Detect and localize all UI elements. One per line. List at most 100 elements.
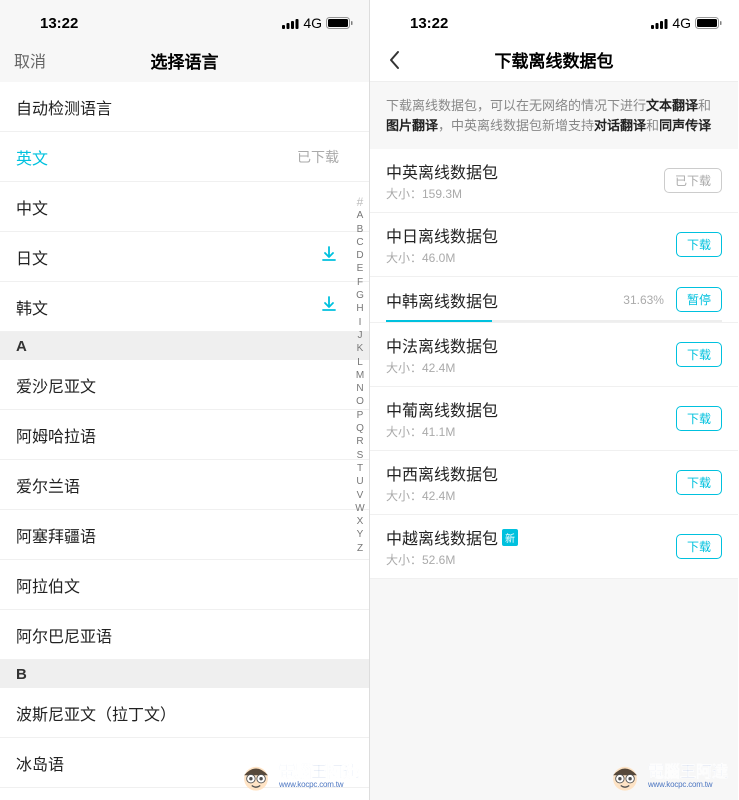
language-row[interactable]: 波斯尼亚文（拉丁文） — [0, 688, 369, 738]
pack-size: 大小：46.0M — [386, 249, 498, 266]
index-letter[interactable]: C — [353, 236, 367, 249]
pack-title: 中韩离线数据包 — [386, 288, 498, 312]
language-row[interactable]: 爱沙尼亚文 — [0, 360, 369, 410]
progress-percent: 31.63% — [623, 293, 664, 307]
index-letter[interactable]: T — [353, 462, 367, 475]
index-letter[interactable]: V — [353, 489, 367, 502]
index-letter[interactable]: P — [353, 409, 367, 422]
language-row[interactable]: 阿塞拜疆语 — [0, 510, 369, 560]
language-row[interactable]: 阿拉伯文 — [0, 560, 369, 610]
language-row[interactable]: 巴斯克语 — [0, 788, 369, 800]
language-label: 阿尔巴尼亚语 — [16, 623, 112, 647]
status-bar: 13:22 4G — [0, 0, 369, 38]
language-label: 冰岛语 — [16, 751, 64, 775]
language-row[interactable]: 阿尔巴尼亚语 — [0, 610, 369, 660]
cancel-button[interactable]: 取消 — [14, 48, 46, 72]
status-bar: 13:22 4G — [370, 0, 738, 38]
index-letter[interactable]: M — [353, 369, 367, 382]
index-letter[interactable]: A — [353, 209, 367, 222]
language-label: 日文 — [16, 245, 48, 269]
pack-size: 大小：41.1M — [386, 423, 498, 440]
battery-icon — [326, 17, 353, 29]
language-row[interactable]: 自动检测语言 — [0, 82, 369, 132]
pack-size: 大小：42.4M — [386, 359, 498, 376]
download-button[interactable]: 下载 — [676, 534, 722, 559]
language-row[interactable]: 韩文 — [0, 282, 369, 332]
language-label: 英文 — [16, 145, 48, 169]
pack-size: 大小：42.4M — [386, 487, 498, 504]
index-letter[interactable]: E — [353, 262, 367, 275]
language-row[interactable]: 英文 已下载 — [0, 132, 369, 182]
status-indicators: 4G — [651, 15, 722, 31]
status-indicators: 4G — [282, 15, 353, 31]
index-letter[interactable]: K — [353, 342, 367, 355]
language-row[interactable]: 爱尔兰语 — [0, 460, 369, 510]
index-letter[interactable]: N — [353, 382, 367, 395]
index-letter[interactable]: Y — [353, 528, 367, 541]
language-row[interactable]: 冰岛语 — [0, 738, 369, 788]
page-title: 选择语言 — [151, 48, 219, 73]
downloaded-label: 已下载 — [297, 147, 353, 167]
pack-row: 中法离线数据包大小：42.4M 下载 — [370, 323, 738, 387]
download-icon[interactable] — [319, 294, 353, 319]
language-label: 自动检测语言 — [16, 95, 112, 119]
pack-size: 大小：52.6M — [386, 551, 518, 568]
page-title: 下载离线数据包 — [495, 47, 614, 72]
alpha-index[interactable]: #ABCDEFGHIJKLMNOPQRSTUVWXYZ — [353, 196, 367, 555]
language-label: 阿拉伯文 — [16, 573, 80, 597]
index-letter[interactable]: Z — [353, 542, 367, 555]
language-row[interactable]: 阿姆哈拉语 — [0, 410, 369, 460]
pack-size: 大小：159.3M — [386, 185, 498, 202]
watermark: 電腦王阿達www.kocpc.com.tw — [608, 760, 728, 794]
index-letter[interactable]: W — [353, 502, 367, 515]
pack-row: 中英离线数据包大小：159.3M已下载 — [370, 149, 738, 213]
top-language-list: 自动检测语言英文 已下载中文日文韩文 — [0, 82, 369, 332]
index-letter[interactable]: B — [353, 223, 367, 236]
pack-row: 中葡离线数据包大小：41.1M下载 — [370, 387, 738, 451]
language-row[interactable]: 中文 — [0, 182, 369, 232]
index-letter[interactable]: S — [353, 449, 367, 462]
index-letter[interactable]: O — [353, 395, 367, 408]
pack-title: 中越离线数据包新 — [386, 525, 518, 549]
pack-title: 中法离线数据包 — [386, 333, 498, 357]
language-label: 阿塞拜疆语 — [16, 523, 96, 547]
download-button[interactable]: 下载 — [676, 406, 722, 431]
download-button[interactable]: 下载 — [676, 232, 722, 257]
pack-row: 中日离线数据包大小：46.0M下载 — [370, 213, 738, 277]
download-button[interactable]: 下载 — [676, 470, 722, 495]
section-header: B — [0, 660, 369, 688]
language-label: 爱尔兰语 — [16, 473, 80, 497]
index-letter[interactable]: I — [353, 316, 367, 329]
language-row[interactable]: 日文 — [0, 232, 369, 282]
info-banner: 下载离线数据包，可以在无网络的情况下进行文本翻译和图片翻译，中英离线数据包新增支… — [370, 82, 738, 149]
language-label: 爱沙尼亚文 — [16, 373, 96, 397]
index-letter[interactable]: H — [353, 302, 367, 315]
index-letter[interactable]: # — [353, 196, 367, 209]
back-button[interactable] — [382, 48, 406, 72]
network-label: 4G — [303, 15, 322, 31]
download-icon[interactable] — [319, 244, 353, 269]
pack-list: 中英离线数据包大小：159.3M已下载中日离线数据包大小：46.0M下载中韩离线… — [370, 149, 738, 579]
index-letter[interactable]: L — [353, 356, 367, 369]
index-letter[interactable]: G — [353, 289, 367, 302]
signal-icon — [282, 18, 299, 29]
nav-bar: 下载离线数据包 — [370, 38, 738, 82]
pack-row: 中韩离线数据包 31.63% 暂停 — [370, 277, 738, 323]
pause-button[interactable]: 暂停 — [676, 287, 722, 312]
index-letter[interactable]: U — [353, 475, 367, 488]
progress-bar — [386, 320, 722, 322]
download-button[interactable]: 下载 — [676, 342, 722, 367]
index-letter[interactable]: R — [353, 435, 367, 448]
language-label: 阿姆哈拉语 — [16, 423, 96, 447]
status-time: 13:22 — [16, 15, 78, 32]
language-label: 中文 — [16, 195, 48, 219]
index-letter[interactable]: F — [353, 276, 367, 289]
index-letter[interactable]: J — [353, 329, 367, 342]
downloaded-button[interactable]: 已下载 — [664, 168, 722, 193]
screen-language-select: 13:22 4G 取消 选择语言 自动检测语言英文 已下载中文日文韩文 A 爱沙尼亚… — [0, 0, 369, 800]
index-letter[interactable]: D — [353, 249, 367, 262]
new-badge: 新 — [502, 529, 518, 546]
index-letter[interactable]: Q — [353, 422, 367, 435]
section-header: A — [0, 332, 369, 360]
index-letter[interactable]: X — [353, 515, 367, 528]
